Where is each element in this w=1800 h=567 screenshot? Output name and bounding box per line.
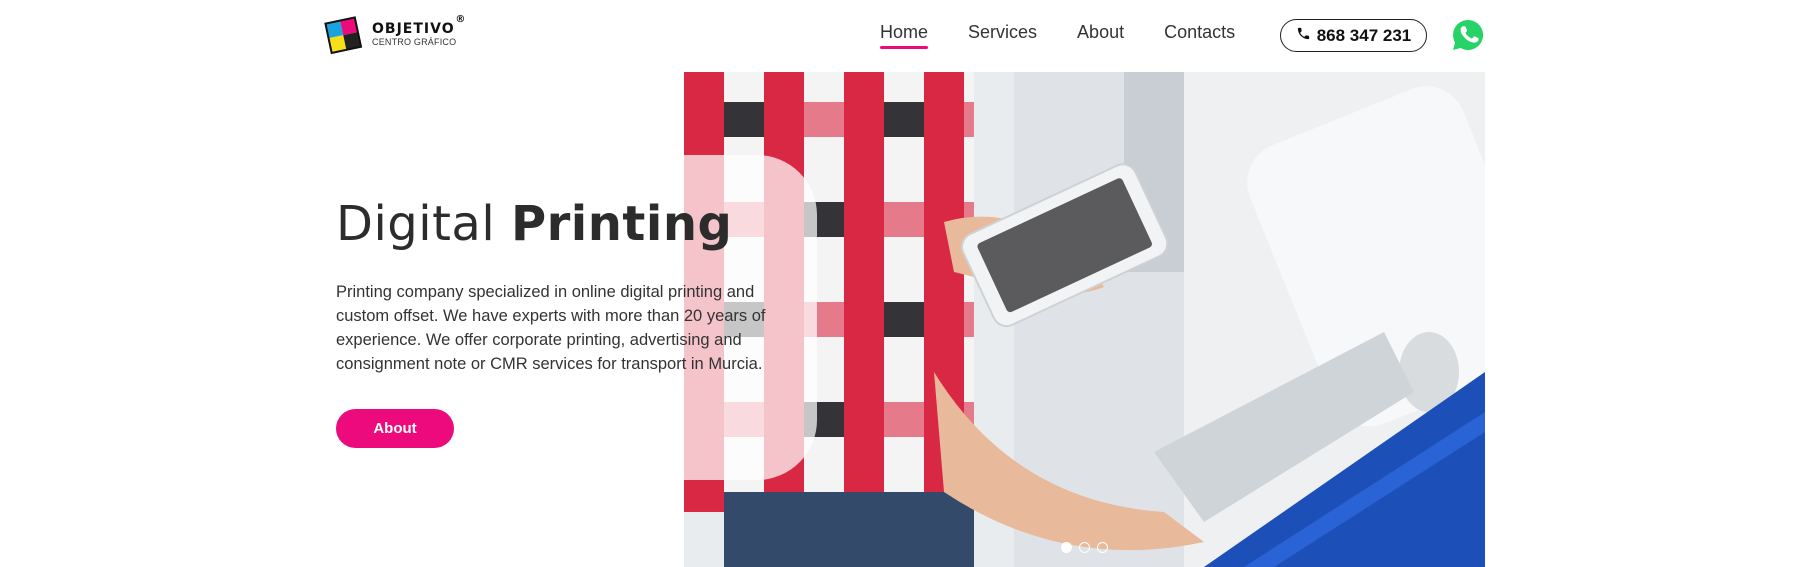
nav-item-contacts[interactable]: Contacts xyxy=(1164,22,1235,49)
slider-dot-1[interactable] xyxy=(1061,542,1072,553)
hero-description: Printing company specialized in online d… xyxy=(336,283,766,373)
about-button[interactable]: About xyxy=(336,409,454,448)
phone-number: 868 347 231 xyxy=(1316,25,1412,45)
hero-title-light: Digital xyxy=(336,196,496,252)
nav-item-services[interactable]: Services xyxy=(968,22,1037,49)
brand-subtitle: CENTRO GRÁFICO xyxy=(372,36,457,47)
nav-item-about[interactable]: About xyxy=(1077,22,1124,49)
nav-item-home[interactable]: Home xyxy=(880,22,929,49)
registered-mark: ® xyxy=(455,13,467,25)
slider-dot-3[interactable] xyxy=(1097,542,1108,553)
slider-dot-2[interactable] xyxy=(1079,542,1090,553)
whatsapp-icon[interactable] xyxy=(1451,18,1485,52)
phone-button[interactable]: 868 347 231 xyxy=(1280,19,1427,52)
hero-title-bold: Printing xyxy=(510,196,733,252)
site-header: OBJETIVO ® CENTRO GRÁFICO Home Services A… xyxy=(0,0,1800,72)
brand-logo[interactable]: OBJETIVO ® CENTRO GRÁFICO xyxy=(324,13,467,55)
slider-dots xyxy=(1061,542,1108,553)
logo-cube-icon xyxy=(324,14,364,55)
brand-name: OBJETIVO ® xyxy=(372,13,467,37)
phone-icon xyxy=(1296,26,1311,46)
hero-title: Digital Printing xyxy=(336,196,732,252)
main-nav: Home Services About Contacts xyxy=(880,22,1275,49)
